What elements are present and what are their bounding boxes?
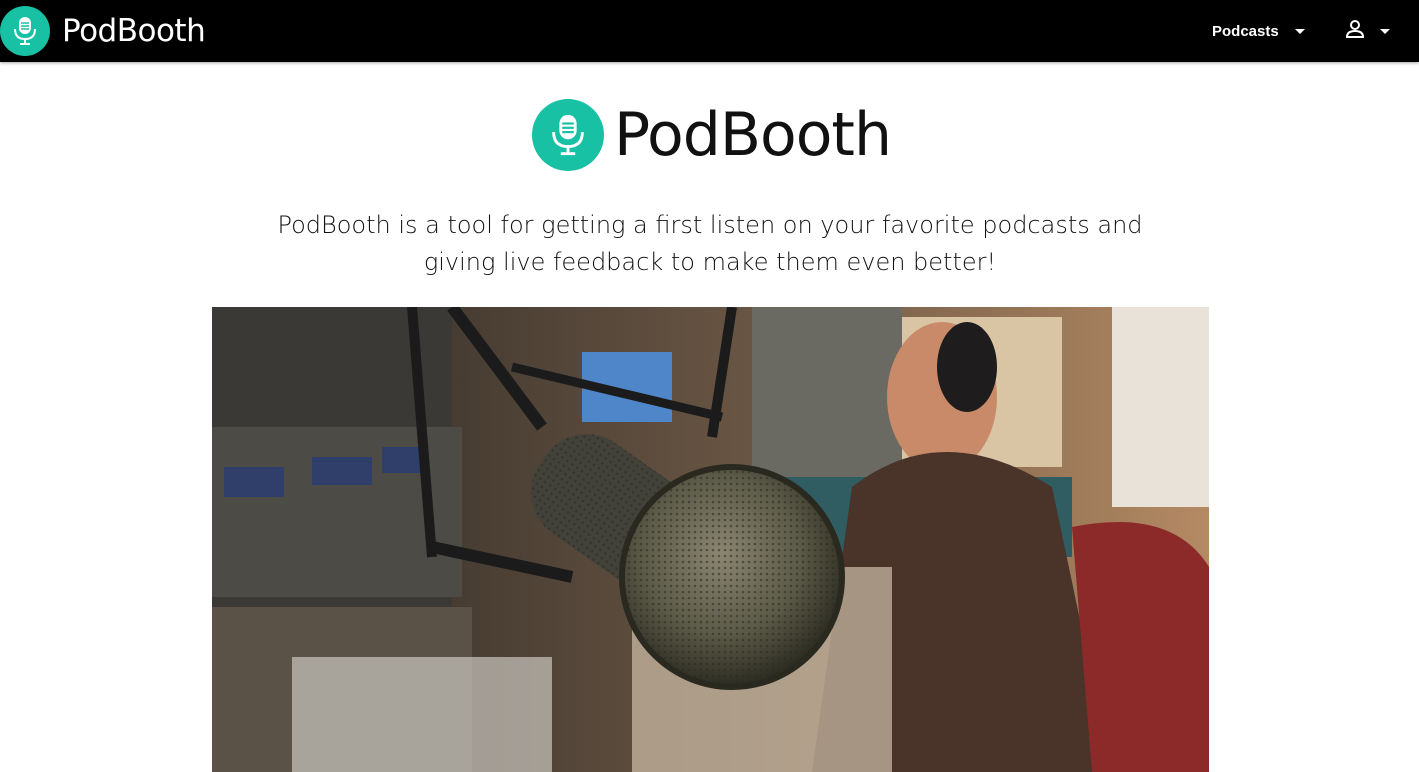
microphone-icon: [0, 6, 50, 56]
caret-down-icon: [1294, 28, 1305, 34]
podcasts-menu[interactable]: Podcasts: [1212, 0, 1305, 62]
hero-brand: PodBooth: [532, 99, 892, 171]
user-icon: [1344, 18, 1366, 45]
top-navbar: PodBooth Podcasts: [0, 0, 1419, 62]
podcasts-menu-label: Podcasts: [1212, 22, 1279, 40]
hero-title: PodBooth: [614, 100, 892, 170]
studio-microphone-photo: [212, 307, 1209, 772]
caret-down-icon: [1380, 28, 1390, 34]
user-menu[interactable]: [1344, 0, 1390, 62]
microphone-icon: [532, 99, 604, 171]
nav-brand-name: PodBooth: [62, 13, 206, 49]
hero-tagline: PodBooth is a tool for getting a first l…: [277, 211, 1143, 276]
nav-brand-link[interactable]: PodBooth: [0, 6, 206, 56]
